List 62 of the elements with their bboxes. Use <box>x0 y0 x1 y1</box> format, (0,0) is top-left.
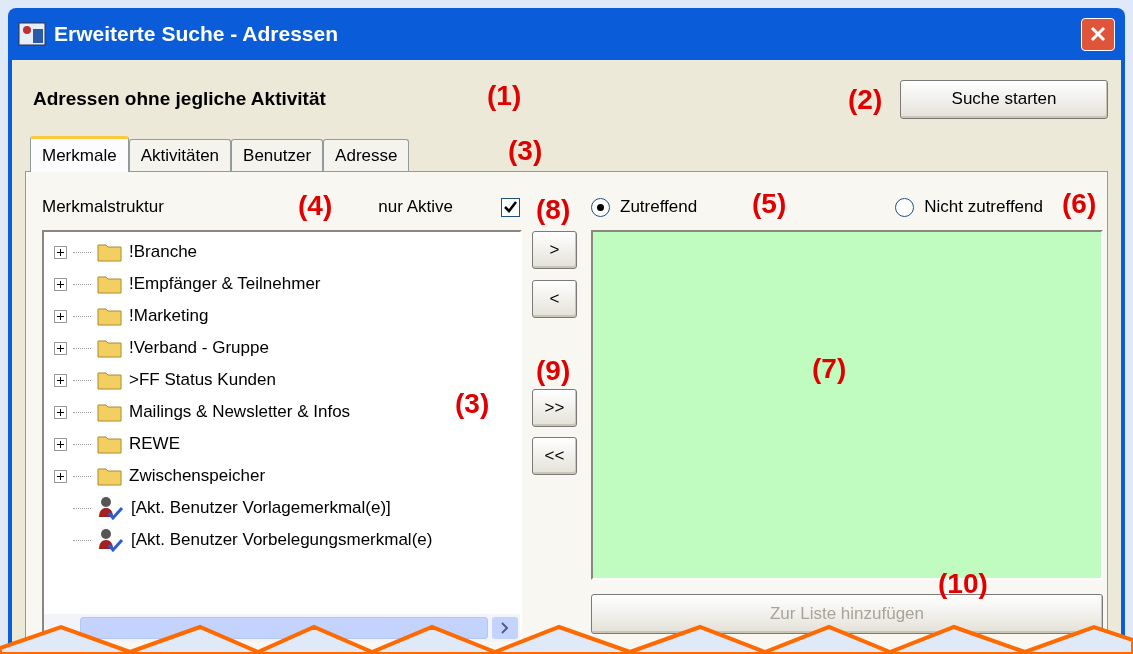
folder-icon <box>97 274 123 294</box>
close-icon <box>1089 25 1107 43</box>
folder-icon <box>97 306 123 326</box>
tree-item[interactable]: !Verband - Gruppe <box>129 335 269 361</box>
tab[interactable]: Merkmale <box>30 136 129 172</box>
expand-icon[interactable] <box>54 277 67 291</box>
annotation-number: (2) <box>848 86 883 114</box>
folder-icon <box>97 402 123 422</box>
folder-icon <box>97 338 123 358</box>
tab[interactable]: Adresse <box>323 139 410 171</box>
move-button[interactable]: > <box>532 231 577 269</box>
tree-item[interactable]: !Marketing <box>129 303 209 329</box>
expand-icon[interactable] <box>54 341 67 355</box>
tree-item[interactable]: Mailings & Newsletter & Infos <box>129 399 351 425</box>
tree-label: Merkmalstruktur <box>42 196 164 219</box>
only-active-label: nur Aktive <box>378 196 453 219</box>
expand-icon[interactable] <box>54 245 67 259</box>
close-button[interactable] <box>1081 17 1115 51</box>
annotation-number: (5) <box>752 190 787 218</box>
expand-icon[interactable] <box>54 373 67 387</box>
folder-icon <box>97 434 123 454</box>
search-heading: Adressen ohne jegliche Aktivität <box>33 86 326 111</box>
annotation-number: (9) <box>536 357 571 385</box>
annotation-number: (1) <box>487 82 522 110</box>
tree-item[interactable]: REWE <box>129 431 180 457</box>
annotation-number: (6) <box>1062 190 1097 218</box>
window-title: Erweiterte Suche - Adressen <box>54 21 339 48</box>
tab[interactable]: Aktivitäten <box>128 139 232 171</box>
folder-icon <box>97 242 123 262</box>
user-check-icon <box>97 495 125 521</box>
tree-item[interactable]: [Akt. Benutzer Vorbelegungsmerkmal(e) <box>131 527 433 553</box>
tree-item[interactable]: !Empfänger & Teilnehmer <box>129 271 321 297</box>
expand-icon[interactable] <box>54 309 67 323</box>
move-button[interactable]: < <box>532 280 577 318</box>
radio-label: Zutreffend <box>620 196 698 219</box>
move-button[interactable]: << <box>532 437 577 475</box>
move-button[interactable]: >> <box>532 389 577 427</box>
annotation-number: (3) <box>508 137 543 165</box>
start-search-button[interactable]: Suche starten <box>900 79 1108 119</box>
annotation-number: (8) <box>536 196 571 224</box>
tab[interactable]: Benutzer <box>231 139 324 171</box>
radio-button[interactable] <box>591 197 610 217</box>
user-check-icon <box>97 527 125 553</box>
tree-item[interactable]: >FF Status Kunden <box>129 367 276 393</box>
expand-icon[interactable] <box>54 405 67 419</box>
check-icon <box>504 201 517 213</box>
scroll-right-button[interactable] <box>492 617 518 639</box>
folder-icon <box>97 466 123 486</box>
annotation-number: (4) <box>298 192 333 220</box>
expand-icon[interactable] <box>54 469 67 483</box>
tree-item[interactable]: [Akt. Benutzer Vorlagemerkmal(e)] <box>131 495 391 521</box>
radio-button[interactable] <box>895 197 915 217</box>
radio-label: Nicht zutreffend <box>924 196 1043 219</box>
annotation-number: (7) <box>812 355 847 383</box>
only-active-checkbox[interactable] <box>501 197 520 217</box>
app-icon <box>18 21 46 47</box>
tree-item[interactable]: Zwischenspeicher <box>129 463 266 489</box>
chevron-right-icon <box>501 622 509 634</box>
folder-icon <box>97 370 123 390</box>
annotation-number: (3) <box>455 390 490 418</box>
tree-item[interactable]: !Branche <box>129 239 198 265</box>
expand-icon[interactable] <box>54 437 67 451</box>
